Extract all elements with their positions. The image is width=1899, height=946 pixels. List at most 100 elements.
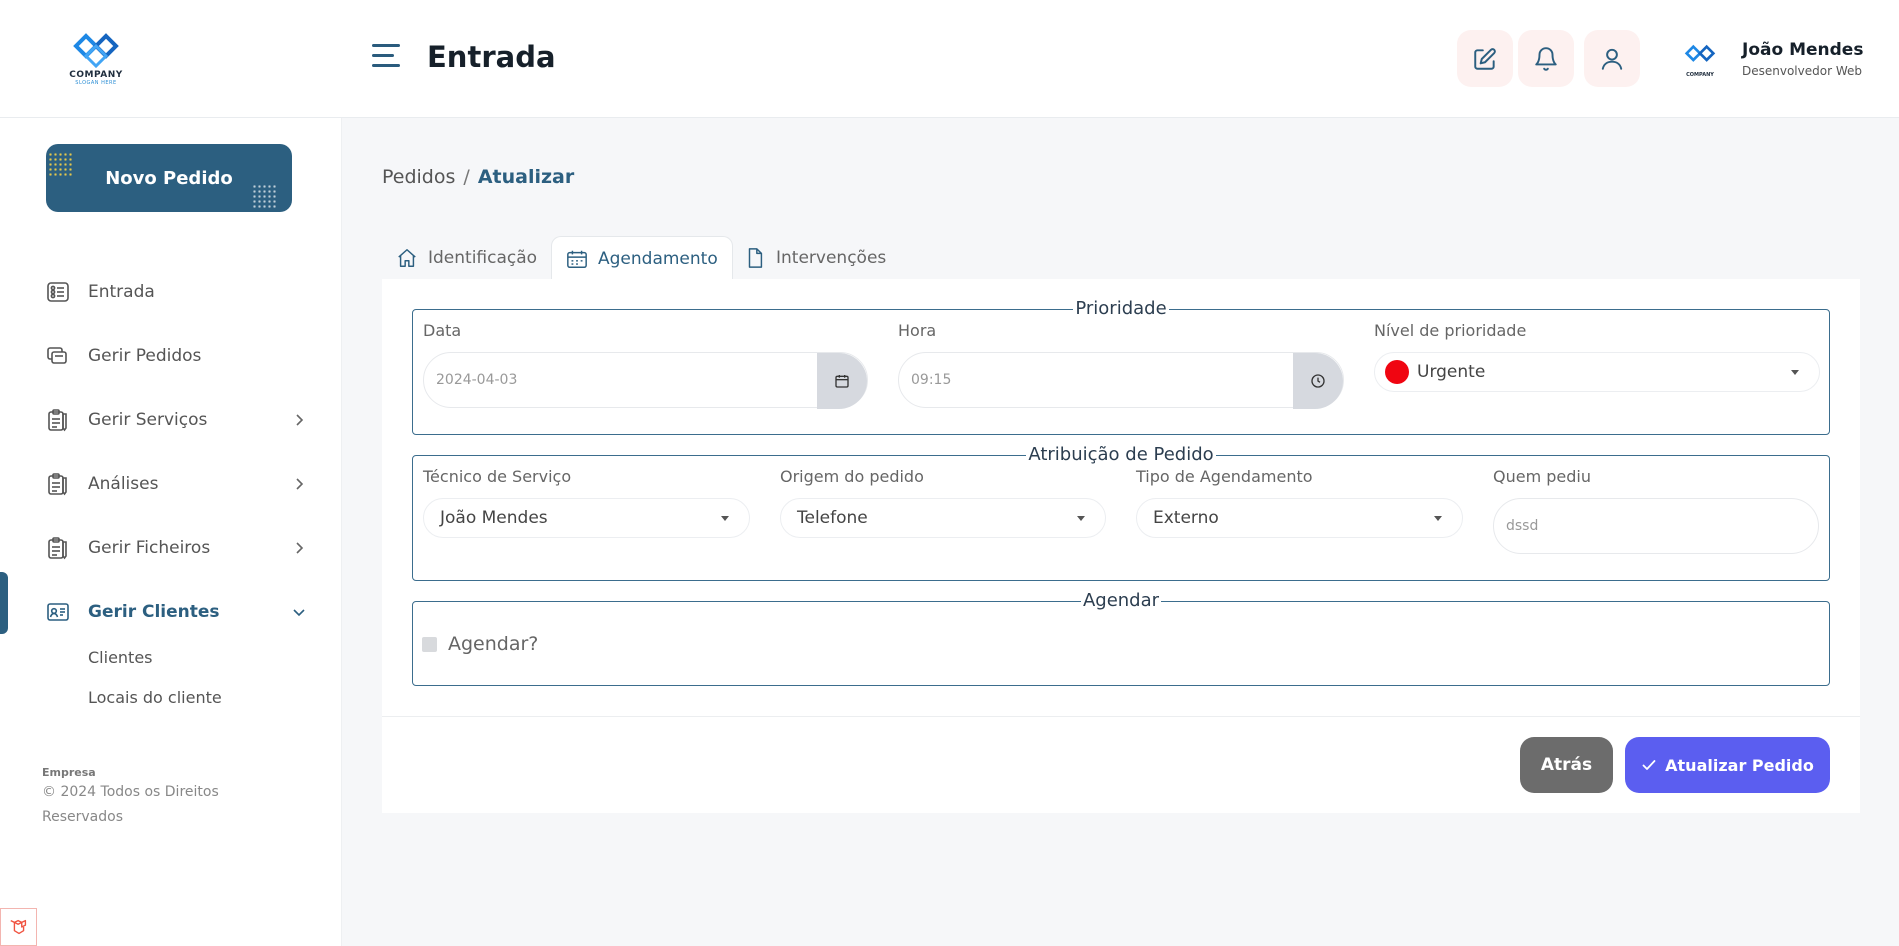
chevron-down-icon (293, 609, 305, 617)
requester-input[interactable]: dssd (1493, 498, 1819, 554)
origin-select[interactable]: Telefone (780, 498, 1106, 538)
sidebar-item-label: Análises (88, 474, 159, 494)
breadcrumb-separator: / (463, 166, 470, 188)
date-input[interactable]: 2024-04-03 (423, 352, 868, 409)
decorative-dots (252, 184, 278, 210)
tab-label: Intervenções (776, 248, 887, 268)
time-value: 09:15 (911, 372, 952, 388)
date-label: Data (423, 321, 462, 340)
sidebar-subitem-locais[interactable]: Locais do cliente (88, 688, 222, 707)
footer-copyright: © 2024 Todos os Direitos Reservados (42, 784, 219, 825)
divider (382, 716, 1860, 717)
home-icon (398, 249, 416, 267)
id-card-icon (47, 603, 69, 621)
tab-label: Identificação (428, 248, 538, 268)
technician-value: João Mendes (440, 508, 548, 528)
tab-label: Agendamento (598, 248, 718, 269)
tab-agendamento[interactable]: Agendamento (551, 236, 733, 280)
sidebar-item-gerir-clientes[interactable]: Gerir Clientes (0, 590, 342, 634)
user-icon (1601, 48, 1623, 70)
assignment-legend: Atribuição de Pedido (1026, 444, 1216, 465)
profile-logo-text: COMPANY (1686, 72, 1714, 78)
sidebar-item-label: Entrada (88, 282, 155, 302)
profile-role: Desenvolvedor Web (1742, 64, 1862, 78)
page-title: Entrada (427, 40, 556, 74)
sidebar-item-label: Gerir Clientes (88, 602, 220, 622)
sidebar-subitem-clientes[interactable]: Clientes (88, 648, 153, 667)
calendar-icon (835, 375, 849, 388)
check-icon (1642, 760, 1656, 770)
stack-icon (47, 347, 67, 364)
clipboard-icon (48, 537, 67, 560)
file-icon (748, 248, 763, 268)
dashboard-icon (47, 282, 69, 302)
requester-value: dssd (1506, 518, 1539, 534)
schedule-type-label: Tipo de Agendamento (1136, 467, 1313, 486)
sidebar-item-analises[interactable]: Análises (0, 462, 342, 506)
update-order-label: Atualizar Pedido (1665, 755, 1814, 775)
dropdown-caret-icon (1077, 516, 1085, 521)
bell-icon (1535, 46, 1557, 71)
footer-company: Empresa (42, 766, 96, 779)
origin-label: Origem do pedido (780, 467, 924, 486)
profile-avatar[interactable]: COMPANY (1680, 44, 1720, 78)
priority-level-label: Nível de prioridade (1374, 321, 1527, 340)
back-button[interactable]: Atrás (1520, 737, 1613, 793)
dropdown-caret-icon (1791, 370, 1799, 375)
chevron-right-icon (296, 414, 304, 426)
sidebar-item-gerir-servicos[interactable]: Gerir Serviços (0, 398, 342, 442)
urgent-indicator (1385, 360, 1409, 384)
chevron-right-icon (296, 542, 304, 554)
time-input[interactable]: 09:15 (898, 352, 1344, 409)
sidebar-item-entrada[interactable]: Entrada (0, 270, 342, 314)
clock-icon (1311, 374, 1325, 388)
edit-icon (1474, 47, 1496, 70)
breadcrumb-parent[interactable]: Pedidos (382, 166, 455, 188)
brand-name: COMPANY (69, 70, 123, 80)
dropdown-caret-icon (1434, 516, 1442, 521)
priority-level-value: Urgente (1417, 362, 1486, 382)
requester-label: Quem pediu (1493, 467, 1591, 486)
breadcrumb-current: Atualizar (477, 166, 575, 188)
schedule-type-value: Externo (1153, 508, 1219, 528)
breadcrumb: Pedidos / Atualizar (382, 166, 574, 188)
technician-label: Técnico de Serviço (423, 467, 572, 486)
dropdown-caret-icon (721, 516, 729, 521)
technician-select[interactable]: João Mendes (423, 498, 750, 538)
notifications-button[interactable] (1518, 30, 1574, 87)
sidebar: Novo Pedido Entrada Gerir Pedidos Gerir … (0, 118, 342, 946)
schedule-type-select[interactable]: Externo (1136, 498, 1463, 538)
priority-legend: Prioridade (1073, 298, 1169, 319)
company-logo[interactable]: COMPANY SLOGAN HERE (66, 32, 126, 88)
decorative-dots (48, 152, 74, 178)
profile-name: João Mendes (1742, 40, 1864, 60)
schedule-fieldset: Agendar (412, 590, 1830, 686)
sidebar-item-label: Gerir Serviços (88, 410, 208, 430)
date-value: 2024-04-03 (436, 372, 518, 388)
update-order-button[interactable]: Atualizar Pedido (1625, 737, 1830, 793)
clipboard-icon (48, 409, 67, 432)
laravel-icon[interactable] (0, 908, 37, 946)
chevron-right-icon (296, 478, 304, 490)
time-label: Hora (898, 321, 937, 340)
new-order-button[interactable]: Novo Pedido (46, 144, 292, 212)
menu-toggle-icon[interactable] (372, 44, 400, 70)
tab-intervencoes[interactable]: Intervenções (744, 236, 886, 280)
calendar-icon (567, 250, 587, 268)
sidebar-item-label: Gerir Pedidos (88, 346, 202, 366)
clipboard-icon (48, 473, 67, 496)
back-button-label: Atrás (1540, 755, 1593, 775)
schedule-legend: Agendar (1080, 590, 1162, 611)
brand-slogan: SLOGAN HERE (75, 80, 117, 86)
top-header: COMPANY SLOGAN HERE Entrada COMPANY João… (0, 0, 1899, 118)
sidebar-item-gerir-pedidos[interactable]: Gerir Pedidos (0, 334, 342, 378)
priority-level-select[interactable]: Urgente (1374, 352, 1820, 392)
sidebar-item-gerir-ficheiros[interactable]: Gerir Ficheiros (0, 526, 342, 570)
edit-button[interactable] (1457, 30, 1513, 87)
schedule-checkbox[interactable] (422, 637, 437, 652)
tab-identificacao[interactable]: Identificação (396, 236, 537, 280)
sidebar-item-label: Gerir Ficheiros (88, 538, 211, 558)
user-button[interactable] (1584, 30, 1640, 87)
schedule-checkbox-label[interactable]: Agendar? (448, 633, 538, 655)
new-order-label: Novo Pedido (105, 167, 233, 189)
